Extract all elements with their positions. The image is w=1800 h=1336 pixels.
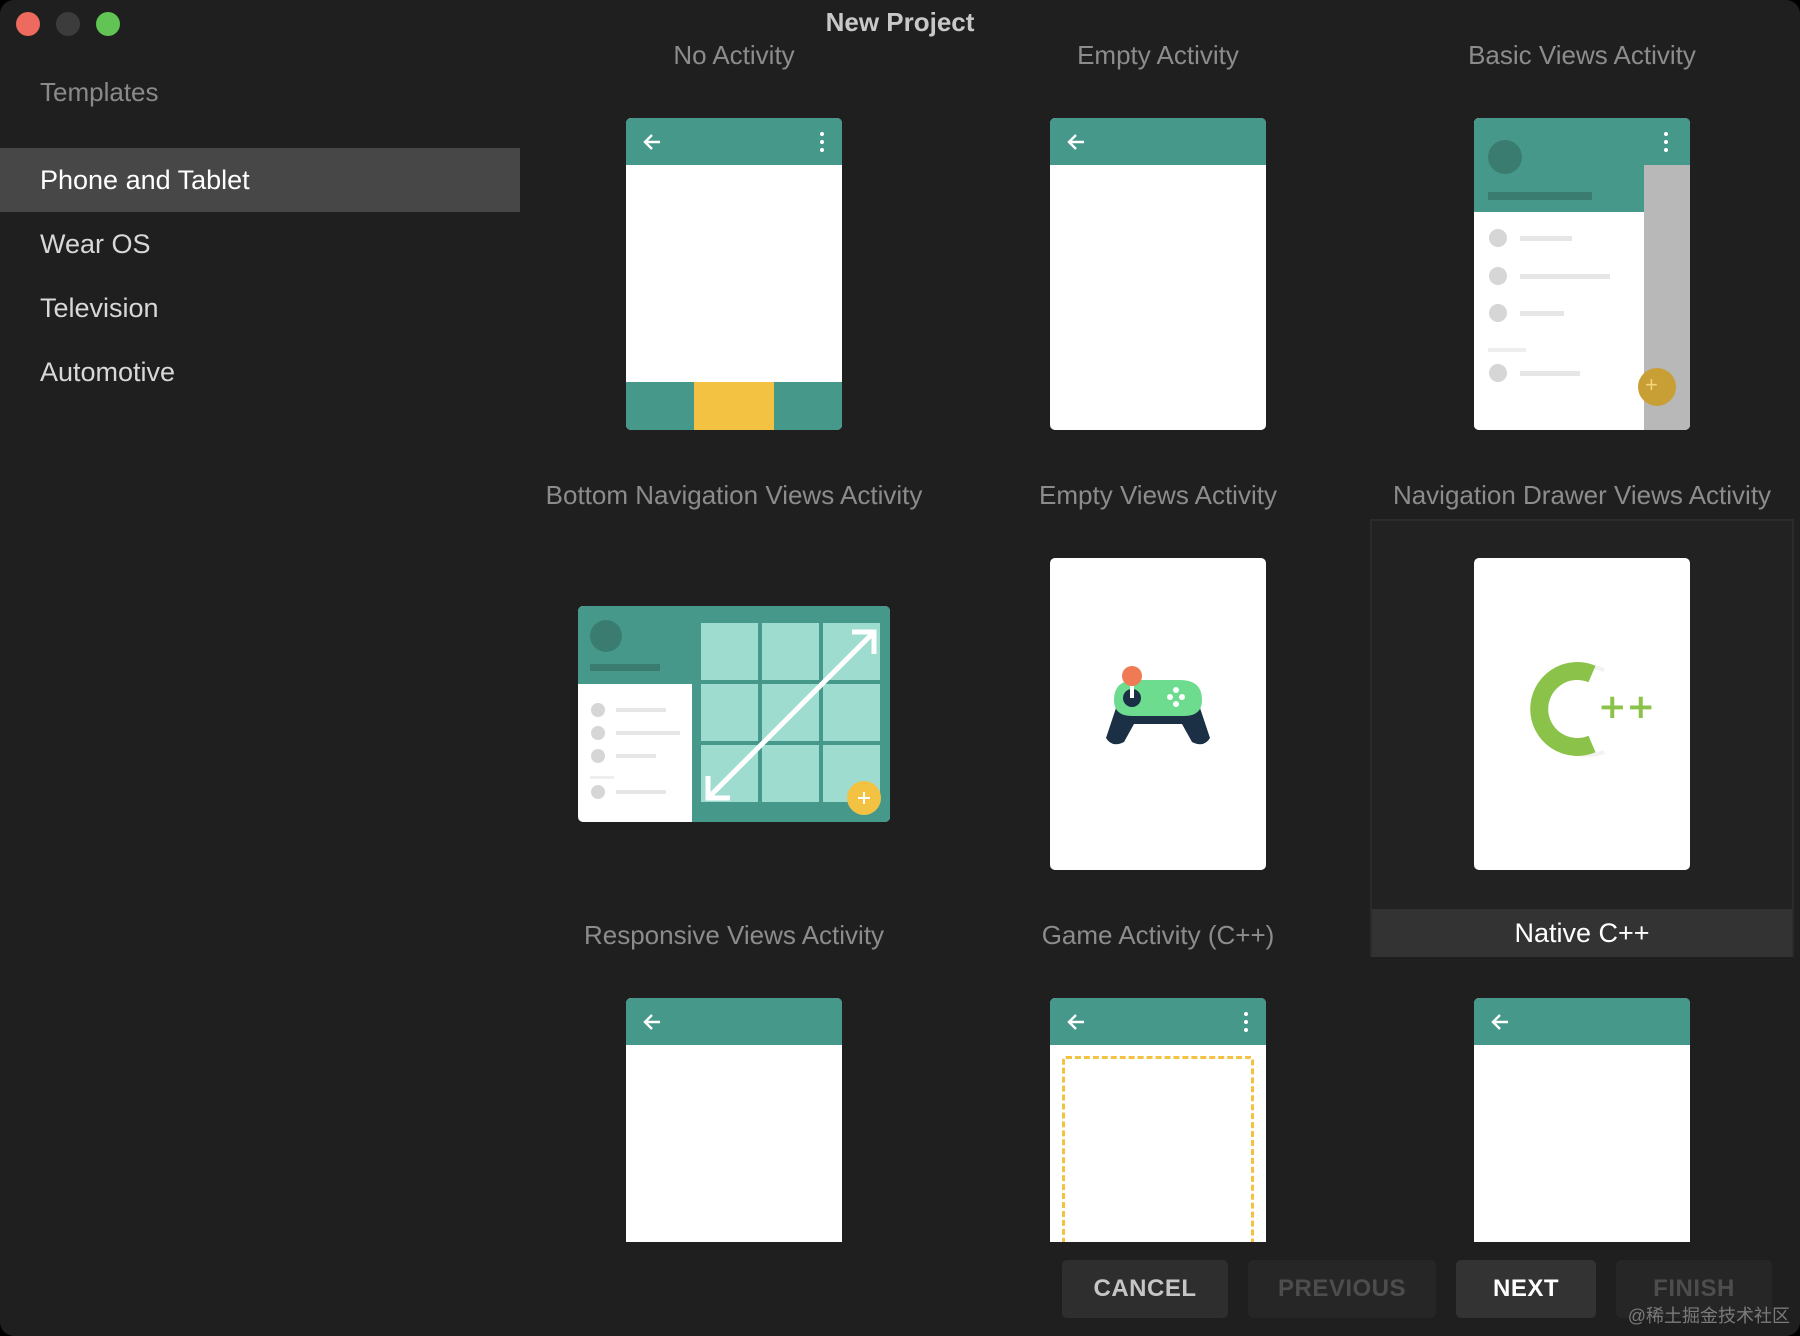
avatar	[590, 620, 622, 652]
template-tile-empty-views[interactable]	[1050, 118, 1266, 430]
resize-grid-icon	[692, 606, 890, 822]
list-pane-items	[590, 703, 680, 799]
fab-button: +	[1638, 368, 1676, 406]
fragment-placeholder	[1062, 1056, 1254, 1242]
templates-sidebar: Templates Phone and Tablet Wear OS Telev…	[0, 46, 520, 1336]
back-arrow-icon	[643, 1014, 660, 1030]
template-label-native-cpp: Native C++	[1372, 909, 1792, 957]
bottom-navigation-bar	[626, 382, 842, 430]
avatar	[1488, 140, 1522, 174]
navigation-drawer	[1474, 118, 1644, 430]
app-bar	[1474, 998, 1690, 1045]
app-bar	[1050, 118, 1266, 165]
drawer-menu-list	[1488, 229, 1610, 382]
list-pane-header	[578, 606, 692, 684]
sidebar-item-television[interactable]: Television	[0, 276, 520, 340]
templates-header: Templates	[40, 77, 159, 107]
watermark: @稀土掘金技术社区	[1627, 1306, 1790, 1326]
template-tile-navigation-drawer[interactable]: +	[1474, 118, 1690, 430]
template-label-game-activity-cpp: Game Activity (C++)	[1041, 920, 1275, 950]
back-arrow-icon	[643, 134, 660, 150]
window-title: New Project	[825, 7, 975, 37]
plus-icon: +	[1645, 372, 1658, 397]
drawer-header	[1474, 118, 1644, 212]
template-label-bottom-navigation-views-activity: Bottom Navigation Views Activity	[545, 480, 923, 510]
game-controller-icon	[1106, 666, 1210, 745]
cplusplus-logo-icon: ++	[1530, 662, 1655, 757]
template-label-navigation-drawer-views-activity: Navigation Drawer Views Activity	[1392, 480, 1772, 510]
template-tile-row3-middle[interactable]	[1050, 998, 1266, 1242]
back-arrow-icon	[1067, 1014, 1084, 1030]
template-label-basic-views-activity: Basic Views Activity	[1468, 40, 1696, 70]
template-tile-responsive-views[interactable]	[578, 606, 890, 822]
template-label-empty-activity: Empty Activity	[1077, 40, 1239, 70]
cancel-button[interactable]: CANCEL	[1062, 1260, 1228, 1318]
template-tile-row3-right[interactable]	[1474, 998, 1690, 1242]
template-label-no-activity: No Activity	[673, 40, 795, 70]
back-arrow-icon	[1491, 1014, 1508, 1030]
template-label-responsive-views-activity: Responsive Views Activity	[583, 920, 885, 950]
cplusplus-text: ++	[1598, 687, 1655, 727]
next-button[interactable]: NEXT	[1456, 1260, 1596, 1318]
template-tile-game-activity[interactable]	[1050, 558, 1266, 870]
new-project-window: New Project Templates Phone and Tablet W…	[0, 0, 1800, 1336]
app-bar	[626, 118, 842, 165]
sidebar-item-wear-os[interactable]: Wear OS	[0, 212, 520, 276]
overflow-menu-icon	[1664, 132, 1668, 152]
sidebar-item-automotive[interactable]: Automotive	[0, 340, 520, 404]
overflow-menu-icon	[820, 132, 824, 152]
selected-nav-item	[694, 382, 774, 430]
back-arrow-icon	[1067, 134, 1084, 150]
template-tile-row3-left[interactable]	[626, 998, 842, 1242]
app-bar	[1050, 998, 1266, 1045]
header-text-line	[1488, 192, 1592, 200]
overflow-menu-icon	[1244, 1012, 1248, 1032]
template-tile-bottom-navigation[interactable]	[626, 118, 842, 430]
template-tile-native-cpp[interactable]: ++	[1474, 558, 1690, 870]
previous-button[interactable]: PREVIOUS	[1248, 1260, 1436, 1318]
sidebar-item-phone-and-tablet[interactable]: Phone and Tablet	[0, 148, 520, 212]
template-label-empty-views-activity: Empty Views Activity	[1039, 480, 1277, 510]
app-bar	[626, 998, 842, 1045]
header-text-line	[590, 664, 660, 671]
